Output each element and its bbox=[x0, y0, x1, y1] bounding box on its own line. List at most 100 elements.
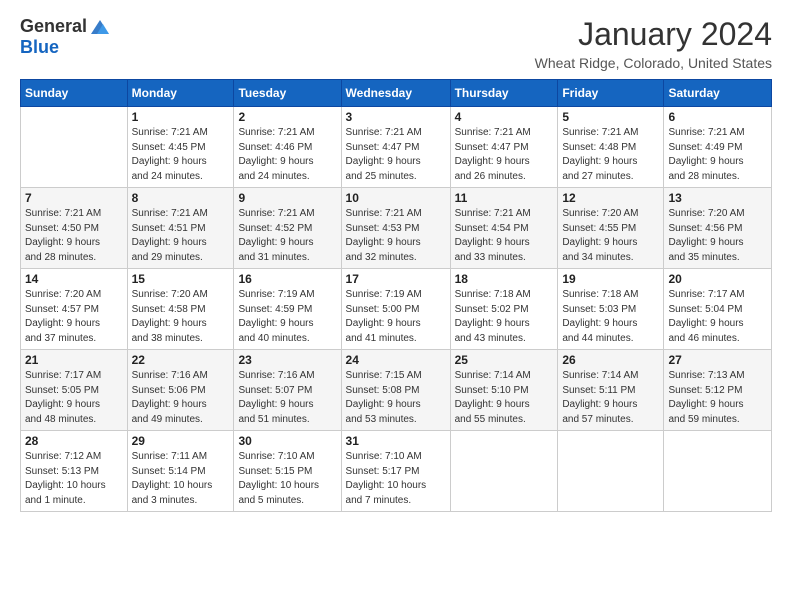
day-cell bbox=[450, 431, 558, 512]
day-cell: 24 Sunrise: 7:15 AMSunset: 5:08 PMDayligh… bbox=[341, 350, 450, 431]
day-info: Sunrise: 7:21 AMSunset: 4:45 PMDaylight:… bbox=[132, 126, 230, 184]
day-number: 13 bbox=[668, 191, 767, 205]
day-number: 21 bbox=[25, 353, 123, 367]
calendar-table: SundayMondayTuesdayWednesdayThursdayFrid… bbox=[20, 79, 772, 512]
day-info: Sunrise: 7:20 AMSunset: 4:56 PMDaylight:… bbox=[668, 207, 767, 265]
day-info: Sunrise: 7:21 AMSunset: 4:54 PMDaylight:… bbox=[455, 207, 554, 265]
day-number: 20 bbox=[668, 272, 767, 286]
day-number: 8 bbox=[132, 191, 230, 205]
day-info: Sunrise: 7:14 AMSunset: 5:10 PMDaylight:… bbox=[455, 369, 554, 427]
day-number: 2 bbox=[238, 110, 336, 124]
day-cell: 26 Sunrise: 7:14 AMSunset: 5:11 PMDayligh… bbox=[558, 350, 664, 431]
day-cell: 28 Sunrise: 7:12 AMSunset: 5:13 PMDayligh… bbox=[21, 431, 128, 512]
day-info: Sunrise: 7:13 AMSunset: 5:12 PMDaylight:… bbox=[668, 369, 767, 427]
day-info: Sunrise: 7:14 AMSunset: 5:11 PMDaylight:… bbox=[562, 369, 659, 427]
day-cell: 3 Sunrise: 7:21 AMSunset: 4:47 PMDaylight… bbox=[341, 107, 450, 188]
day-number: 19 bbox=[562, 272, 659, 286]
weekday-header-sunday: Sunday bbox=[21, 80, 128, 107]
day-cell: 22 Sunrise: 7:16 AMSunset: 5:06 PMDayligh… bbox=[127, 350, 234, 431]
day-cell: 9 Sunrise: 7:21 AMSunset: 4:52 PMDaylight… bbox=[234, 188, 341, 269]
day-cell: 29Sunrise: 7:11 AMSunset: 5:14 PMDayligh… bbox=[127, 431, 234, 512]
weekday-header-friday: Friday bbox=[558, 80, 664, 107]
day-number: 26 bbox=[562, 353, 659, 367]
day-info: Sunrise: 7:21 AMSunset: 4:46 PMDaylight:… bbox=[238, 126, 336, 184]
day-number: 28 bbox=[25, 434, 123, 448]
day-info: Sunrise: 7:21 AMSunset: 4:51 PMDaylight:… bbox=[132, 207, 230, 265]
calendar-title: January 2024 bbox=[535, 16, 772, 53]
day-cell: 11 Sunrise: 7:21 AMSunset: 4:54 PMDayligh… bbox=[450, 188, 558, 269]
day-info: Sunrise: 7:21 AMSunset: 4:52 PMDaylight:… bbox=[238, 207, 336, 265]
day-cell: 23 Sunrise: 7:16 AMSunset: 5:07 PMDayligh… bbox=[234, 350, 341, 431]
day-cell: 5Sunrise: 7:21 AMSunset: 4:48 PMDaylight… bbox=[558, 107, 664, 188]
day-info: Sunrise: 7:18 AMSunset: 5:03 PMDaylight:… bbox=[562, 288, 659, 346]
day-number: 22 bbox=[132, 353, 230, 367]
day-cell: 12 Sunrise: 7:20 AMSunset: 4:55 PMDayligh… bbox=[558, 188, 664, 269]
day-info: Sunrise: 7:15 AMSunset: 5:08 PMDaylight:… bbox=[346, 369, 446, 427]
day-cell: 30 Sunrise: 7:10 AMSunset: 5:15 PMDayligh… bbox=[234, 431, 341, 512]
day-info: Sunrise: 7:11 AMSunset: 5:14 PMDaylight:… bbox=[132, 450, 230, 508]
day-info: Sunrise: 7:21 AMSunset: 4:53 PMDaylight:… bbox=[346, 207, 446, 265]
day-cell: 27 Sunrise: 7:13 AMSunset: 5:12 PMDayligh… bbox=[664, 350, 772, 431]
day-cell: 25 Sunrise: 7:14 AMSunset: 5:10 PMDayligh… bbox=[450, 350, 558, 431]
week-row-1: 1Sunrise: 7:21 AMSunset: 4:45 PMDaylight… bbox=[21, 107, 772, 188]
day-cell: 8 Sunrise: 7:21 AMSunset: 4:51 PMDaylight… bbox=[127, 188, 234, 269]
day-cell bbox=[21, 107, 128, 188]
day-cell bbox=[558, 431, 664, 512]
day-cell: 10 Sunrise: 7:21 AMSunset: 4:53 PMDayligh… bbox=[341, 188, 450, 269]
day-cell: 2 Sunrise: 7:21 AMSunset: 4:46 PMDaylight… bbox=[234, 107, 341, 188]
day-info: Sunrise: 7:17 AMSunset: 5:04 PMDaylight:… bbox=[668, 288, 767, 346]
day-info: Sunrise: 7:20 AMSunset: 4:58 PMDaylight:… bbox=[132, 288, 230, 346]
day-number: 5 bbox=[562, 110, 659, 124]
day-number: 7 bbox=[25, 191, 123, 205]
day-cell: 4Sunrise: 7:21 AMSunset: 4:47 PMDaylight… bbox=[450, 107, 558, 188]
title-block: January 2024 Wheat Ridge, Colorado, Unit… bbox=[535, 16, 772, 71]
weekday-header-thursday: Thursday bbox=[450, 80, 558, 107]
day-info: Sunrise: 7:12 AMSunset: 5:13 PMDaylight:… bbox=[25, 450, 123, 508]
day-number: 15 bbox=[132, 272, 230, 286]
day-info: Sunrise: 7:21 AMSunset: 4:47 PMDaylight:… bbox=[346, 126, 446, 184]
day-info: Sunrise: 7:10 AMSunset: 5:15 PMDaylight:… bbox=[238, 450, 336, 508]
day-cell bbox=[664, 431, 772, 512]
day-number: 9 bbox=[238, 191, 336, 205]
day-cell: 19 Sunrise: 7:18 AMSunset: 5:03 PMDayligh… bbox=[558, 269, 664, 350]
day-cell: 16Sunrise: 7:19 AMSunset: 4:59 PMDayligh… bbox=[234, 269, 341, 350]
day-info: Sunrise: 7:16 AMSunset: 5:07 PMDaylight:… bbox=[238, 369, 336, 427]
day-info: Sunrise: 7:10 AMSunset: 5:17 PMDaylight:… bbox=[346, 450, 446, 508]
day-cell: 21Sunrise: 7:17 AMSunset: 5:05 PMDayligh… bbox=[21, 350, 128, 431]
weekday-header-saturday: Saturday bbox=[664, 80, 772, 107]
day-cell: 31 Sunrise: 7:10 AMSunset: 5:17 PMDayligh… bbox=[341, 431, 450, 512]
week-row-3: 14Sunrise: 7:20 AMSunset: 4:57 PMDayligh… bbox=[21, 269, 772, 350]
day-number: 18 bbox=[455, 272, 554, 286]
day-number: 6 bbox=[668, 110, 767, 124]
day-number: 4 bbox=[455, 110, 554, 124]
day-number: 24 bbox=[346, 353, 446, 367]
weekday-header-row: SundayMondayTuesdayWednesdayThursdayFrid… bbox=[21, 80, 772, 107]
day-cell: 13 Sunrise: 7:20 AMSunset: 4:56 PMDayligh… bbox=[664, 188, 772, 269]
day-number: 17 bbox=[346, 272, 446, 286]
day-number: 14 bbox=[25, 272, 123, 286]
day-number: 3 bbox=[346, 110, 446, 124]
week-row-4: 21Sunrise: 7:17 AMSunset: 5:05 PMDayligh… bbox=[21, 350, 772, 431]
day-info: Sunrise: 7:21 AMSunset: 4:50 PMDaylight:… bbox=[25, 207, 123, 265]
day-number: 30 bbox=[238, 434, 336, 448]
weekday-header-tuesday: Tuesday bbox=[234, 80, 341, 107]
week-row-5: 28 Sunrise: 7:12 AMSunset: 5:13 PMDayligh… bbox=[21, 431, 772, 512]
day-number: 25 bbox=[455, 353, 554, 367]
week-row-2: 7 Sunrise: 7:21 AMSunset: 4:50 PMDaylight… bbox=[21, 188, 772, 269]
day-info: Sunrise: 7:19 AMSunset: 5:00 PMDaylight:… bbox=[346, 288, 446, 346]
day-info: Sunrise: 7:20 AMSunset: 4:55 PMDaylight:… bbox=[562, 207, 659, 265]
calendar-subtitle: Wheat Ridge, Colorado, United States bbox=[535, 55, 772, 71]
page: General Blue January 2024 Wheat Ridge, C… bbox=[0, 0, 792, 612]
logo-icon bbox=[89, 16, 111, 38]
day-info: Sunrise: 7:18 AMSunset: 5:02 PMDaylight:… bbox=[455, 288, 554, 346]
day-number: 23 bbox=[238, 353, 336, 367]
day-number: 27 bbox=[668, 353, 767, 367]
day-number: 10 bbox=[346, 191, 446, 205]
day-number: 11 bbox=[455, 191, 554, 205]
day-cell: 18 Sunrise: 7:18 AMSunset: 5:02 PMDayligh… bbox=[450, 269, 558, 350]
day-info: Sunrise: 7:16 AMSunset: 5:06 PMDaylight:… bbox=[132, 369, 230, 427]
day-number: 31 bbox=[346, 434, 446, 448]
day-number: 12 bbox=[562, 191, 659, 205]
day-number: 16 bbox=[238, 272, 336, 286]
logo-general-text: General bbox=[20, 17, 87, 37]
